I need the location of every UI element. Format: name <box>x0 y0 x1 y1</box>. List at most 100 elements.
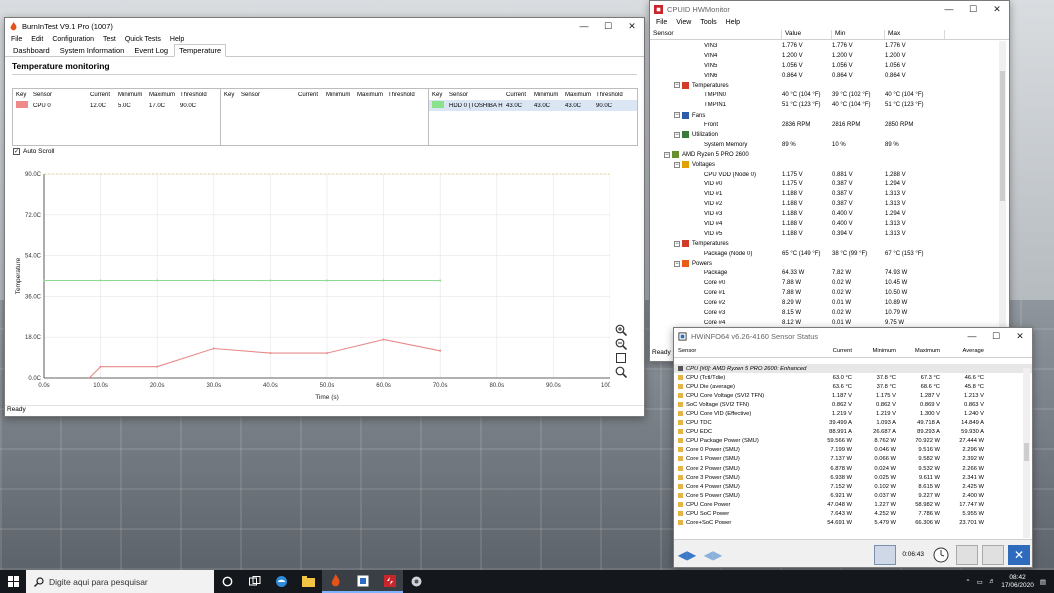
close-icon[interactable]: ✕ <box>985 1 1009 17</box>
menu-test[interactable]: Test <box>103 36 116 43</box>
tab-system-information[interactable]: System Information <box>56 45 129 56</box>
menu-configuration[interactable]: Configuration <box>52 36 94 43</box>
sensor-row[interactable]: CPU Package Power (SMU) 59.566 W 8.762 W 70… <box>674 437 1032 446</box>
menu-file[interactable]: File <box>656 19 667 26</box>
category-node[interactable]: − Temperatures <box>650 239 1002 249</box>
sensor-row[interactable]: Core 5 Power (SMU) 6.921 W 0.037 W 9.227 W 2… <box>674 491 1032 500</box>
minimize-icon[interactable]: — <box>960 328 984 344</box>
settings-app-icon[interactable] <box>403 570 430 593</box>
col-value[interactable]: Value <box>782 30 832 39</box>
cortana-icon[interactable] <box>214 570 241 593</box>
sensor-row[interactable]: VID #5 1.188 V 0.394 V 1.313 V <box>650 229 1002 239</box>
sensor-row[interactable]: TMPIN1 51 °C (123 °F) 40 °C (104 °F) 51 °C … <box>650 100 1002 110</box>
sensor-row[interactable]: VID #2 1.188 V 0.387 V 1.313 V <box>650 199 1002 209</box>
arrow-left-right-icon[interactable]: ◀▶ <box>676 545 698 565</box>
col-min[interactable]: Min <box>832 30 885 39</box>
taskbar-clock[interactable]: 08:42 17/06/2020 <box>1001 574 1034 590</box>
menu-view[interactable]: View <box>676 19 691 26</box>
sensor-row[interactable]: Package (Node 0) 65 °C (149 °F) 38 °C (99 … <box>650 249 1002 259</box>
report-icon[interactable] <box>956 544 978 565</box>
vertical-scrollbar[interactable] <box>999 41 1006 349</box>
notification-icon[interactable]: ▤ <box>1040 578 1046 586</box>
sensor-row[interactable]: CPU VDD (Node 0) 1.175 V 0.881 V 1.288 V <box>650 170 1002 180</box>
sensor-row[interactable]: Core 4 Power (SMU) 7.152 W 0.102 W 8.615 W 2… <box>674 482 1032 491</box>
sensor-row[interactable]: Core 2 Power (SMU) 6.878 W 0.024 W 9.532 W 2… <box>674 464 1032 473</box>
category-node[interactable]: − Fans <box>650 110 1002 120</box>
scrollbar-thumb[interactable] <box>1024 443 1029 461</box>
network-tray-icon[interactable]: ▭ <box>977 578 983 586</box>
sensor-row[interactable]: VIN4 1.200 V 1.200 V 1.200 V <box>650 51 1002 61</box>
collapse-icon[interactable]: − <box>674 260 680 267</box>
col-max[interactable]: Max <box>885 30 945 39</box>
sensor-row-cpu[interactable]: CPU 0 12.0C 5.0C 17.0C 90.0C <box>13 100 220 111</box>
maximize-icon[interactable]: ☐ <box>961 1 985 17</box>
sensor-row[interactable]: CPU (Tctl/Tdie) 63.0 °C 37.8 °C 67.3 °C 46.6… <box>674 373 1032 382</box>
collapse-icon[interactable]: − <box>664 151 670 158</box>
sensor-row[interactable]: System Memory 89 % 10 % 89 % <box>650 140 1002 150</box>
maximize-icon[interactable]: ☐ <box>596 18 620 34</box>
minimize-icon[interactable]: — <box>572 18 596 34</box>
sensor-row-hdd[interactable]: HDD 0 (TOSHIBA HD... 43.0C 43.0C 43.0C 9… <box>429 100 637 111</box>
collapse-icon[interactable]: − <box>674 82 680 89</box>
sensor-row[interactable]: Core #2 8.29 W 0.01 W 10.89 W <box>650 298 1002 308</box>
collapse-icon[interactable]: − <box>674 131 680 138</box>
burnintest-taskbar-icon[interactable] <box>322 570 349 593</box>
col-current[interactable]: Current <box>808 348 852 354</box>
menu-tools[interactable]: Tools <box>700 19 716 26</box>
category-node[interactable]: − Temperatures <box>650 81 1002 91</box>
maximize-icon[interactable]: ☐ <box>984 328 1008 344</box>
sensor-row[interactable]: Core 3 Power (SMU) 6.938 W 0.025 W 9.611 W 2… <box>674 473 1032 482</box>
sensor-row[interactable]: TMPIN0 40 °C (104 °F) 39 °C (102 °F) 40 °C … <box>650 90 1002 100</box>
sensor-row[interactable]: Core #3 8.15 W 0.02 W 10.79 W <box>650 308 1002 318</box>
sensor-row[interactable]: CPU Core Voltage (SVI2 TFN) 1.187 V 1.175 … <box>674 391 1032 400</box>
taskbar-search-box[interactable]: Digite aqui para pesquisar <box>26 570 214 593</box>
file-explorer-icon[interactable] <box>295 570 322 593</box>
close-icon[interactable]: ✕ <box>1008 328 1032 344</box>
tab-temperature[interactable]: Temperature <box>174 44 227 57</box>
burnintest-titlebar[interactable]: BurnInTest V9.1 Pro (1007) — ☐ ✕ <box>5 18 644 34</box>
hwinfo-taskbar-icon[interactable] <box>349 570 376 593</box>
sensor-row[interactable]: CPU Core Power 47.048 W 1.227 W 58.982 W 17.… <box>674 500 1032 509</box>
sensor-row[interactable]: Package 64.33 W 7.82 W 74.93 W <box>650 268 1002 278</box>
col-minimum[interactable]: Minimum <box>852 348 896 354</box>
sensor-row[interactable]: VID #1 1.188 V 0.387 V 1.313 V <box>650 189 1002 199</box>
menu-quick-tests[interactable]: Quick Tests <box>125 36 161 43</box>
sensor-row[interactable]: VIN5 1.056 V 1.056 V 1.056 V <box>650 61 1002 71</box>
sensor-row[interactable]: VIN3 1.776 V 1.776 V 1.776 V <box>650 41 1002 51</box>
col-sensor[interactable]: Sensor <box>650 30 782 39</box>
collapse-icon[interactable]: − <box>674 161 680 168</box>
network-icon[interactable] <box>874 544 897 565</box>
zoom-out-icon[interactable] <box>615 338 627 350</box>
category-node[interactable]: − Powers <box>650 259 1002 269</box>
zoom-reset-icon[interactable] <box>615 366 627 378</box>
minimize-icon[interactable]: — <box>937 1 961 17</box>
menu-help[interactable]: Help <box>170 36 184 43</box>
windows-start-icon[interactable] <box>0 570 26 593</box>
sensor-row[interactable]: Core #1 7.88 W 0.02 W 10.50 W <box>650 288 1002 298</box>
category-node[interactable]: − Voltages <box>650 160 1002 170</box>
sensor-row[interactable]: VID #3 1.188 V 0.400 V 1.294 V <box>650 209 1002 219</box>
zoom-in-icon[interactable] <box>615 324 627 336</box>
sensor-row[interactable]: SoC Voltage (SVI2 TFN) 0.862 V 0.862 V 0.86… <box>674 400 1032 409</box>
sensor-row[interactable]: Front 2836 RPM 2816 RPM 2850 RPM <box>650 120 1002 130</box>
sensor-row[interactable]: CPU TDC 39.499 A 1.093 A 49.718 A 14.849 A <box>674 419 1032 428</box>
zoom-fit-icon[interactable] <box>615 352 627 364</box>
category-node[interactable]: − Utilization <box>650 130 1002 140</box>
chevron-up-icon[interactable]: ⌃ <box>965 578 970 586</box>
sensor-row[interactable]: CPU EDC 88.991 A 26.687 A 89.293 A 59.930 A <box>674 428 1032 437</box>
device-node[interactable]: − AMD Ryzen 5 PRO 2600 <box>650 150 1002 160</box>
tab-event-log[interactable]: Event Log <box>130 45 172 56</box>
collapse-icon[interactable]: − <box>674 240 680 247</box>
sensor-row[interactable]: VID #0 1.175 V 0.387 V 1.294 V <box>650 179 1002 189</box>
close-icon[interactable]: ✕ <box>620 18 644 34</box>
menu-edit[interactable]: Edit <box>31 36 43 43</box>
vertical-scrollbar[interactable] <box>1023 368 1030 538</box>
sensor-row[interactable]: CPU Core VID (Effective) 1.219 V 1.219 V 1.… <box>674 409 1032 418</box>
sensor-row[interactable]: VIN6 0.864 V 0.864 V 0.864 V <box>650 71 1002 81</box>
hwinfo-titlebar[interactable]: HWiNFO64 v6.26-4160 Sensor Status — ☐ ✕ <box>674 328 1032 344</box>
menu-help[interactable]: Help <box>726 19 740 26</box>
clock-icon[interactable] <box>930 545 952 565</box>
sensor-row[interactable]: Core 0 Power (SMU) 7.199 W 0.046 W 9.516 W 2… <box>674 446 1032 455</box>
sensor-group-cpu[interactable]: CPU [#0]: AMD Ryzen 5 PRO 2600: Enhanced <box>674 364 1032 374</box>
sensor-row[interactable]: VID #4 1.188 V 0.400 V 1.313 V <box>650 219 1002 229</box>
